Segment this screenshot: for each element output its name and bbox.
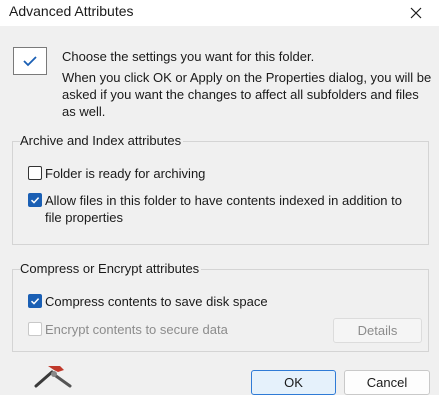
close-icon: [410, 7, 422, 19]
compress-checkbox[interactable]: [28, 294, 42, 308]
intro-text: Choose the settings you want for this fo…: [62, 49, 315, 64]
checkmark-icon: [23, 56, 37, 67]
cancel-button[interactable]: Cancel: [344, 370, 430, 395]
wrench-hammer-icon: [34, 366, 72, 388]
archiving-label[interactable]: Folder is ready for archiving: [45, 165, 205, 182]
folder-checkmark-icon: [13, 47, 47, 75]
encrypt-label: Encrypt contents to secure data: [45, 322, 228, 337]
compress-encrypt-group-label: Compress or Encrypt attributes: [20, 261, 202, 276]
close-button[interactable]: [393, 0, 439, 26]
archive-index-group-label: Archive and Index attributes: [20, 133, 184, 148]
title-bar: Advanced Attributes: [0, 0, 439, 26]
indexing-checkbox[interactable]: [28, 193, 42, 207]
archiving-checkbox[interactable]: [28, 166, 42, 180]
details-button: Details: [333, 318, 422, 343]
indexing-label[interactable]: Allow files in this folder to have conte…: [45, 192, 415, 226]
checkmark-icon: [30, 298, 40, 305]
checkmark-icon: [30, 197, 40, 204]
dialog-title: Advanced Attributes: [9, 3, 134, 19]
ok-button[interactable]: OK: [251, 370, 336, 395]
compress-label[interactable]: Compress contents to save disk space: [45, 293, 268, 310]
intro-paragraph: When you click OK or Apply on the Proper…: [62, 70, 432, 119]
encrypt-checkbox: [28, 322, 42, 336]
